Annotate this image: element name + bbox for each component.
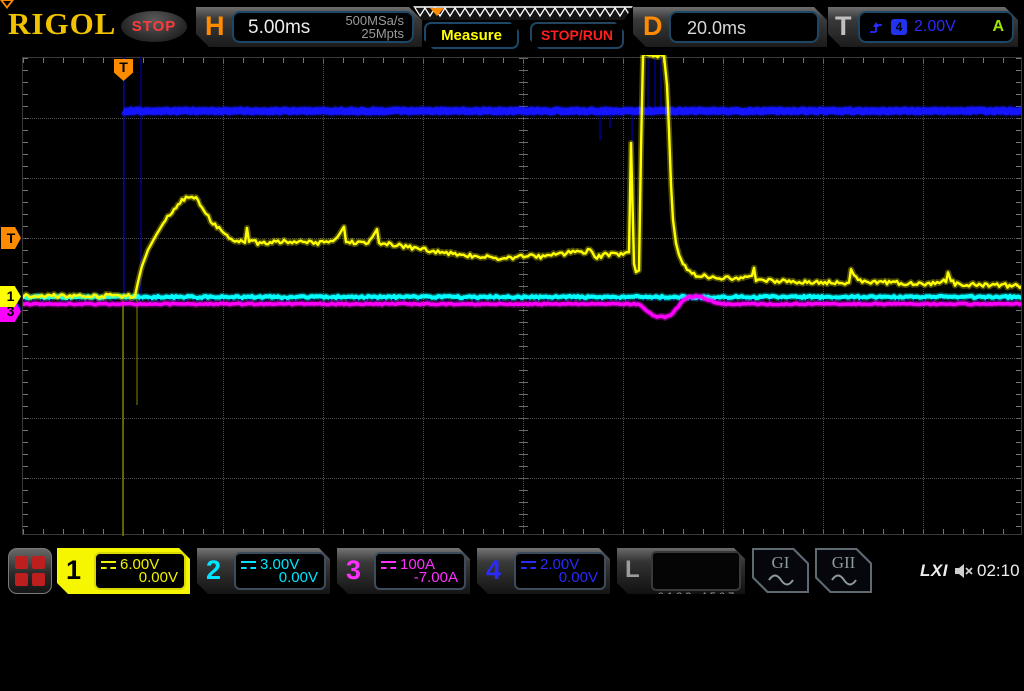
grid-line-vertical <box>623 58 624 534</box>
timebase-value: 5.00ms <box>248 17 310 39</box>
d-label: D <box>643 11 663 42</box>
left-ticks <box>23 58 28 534</box>
channel-3-values: 100A -7.00A <box>374 552 466 590</box>
channel-1-number: 1 <box>66 555 81 586</box>
channel-4-values: 2.00V 0.00V <box>514 552 606 590</box>
rigol-logo: RIGOL <box>8 6 116 42</box>
clock: 02:10 <box>977 561 1020 581</box>
channel-2-offset: 0.00V <box>279 569 318 586</box>
dc-coupling-icon <box>241 561 256 569</box>
right-ticks <box>1016 58 1021 534</box>
grid-line-horizontal <box>23 298 1021 299</box>
channel-1-offset: 0.00V <box>139 569 178 586</box>
memory-waveform-icon <box>413 6 633 20</box>
speaker-mute-icon <box>953 561 975 581</box>
logic-row-2: 8 9 1011 12131415 <box>653 640 739 657</box>
trigger-level-marker[interactable]: T <box>1 227 21 249</box>
stop-run-button[interactable]: STOP/RUN <box>530 22 624 49</box>
delay-tab: D 20.0ms <box>633 7 827 47</box>
grid-line-vertical <box>923 58 924 534</box>
channel-3-button[interactable]: 3 100A -7.00A <box>337 548 470 594</box>
channel-4-offset: 0.00V <box>559 569 598 586</box>
channel-2-values: 3.00V 0.00V <box>234 552 326 590</box>
trigger-level: 2.00V <box>914 18 956 36</box>
trigger-sweep-mode: A <box>992 18 1004 36</box>
channel-3-offset: -7.00A <box>414 569 458 586</box>
grid-line-horizontal <box>23 478 1021 479</box>
memory-depth: 25Mpts <box>345 27 404 40</box>
grid-line-horizontal <box>23 418 1021 419</box>
channel-2-button[interactable]: 2 3.00V 0.00V <box>197 548 330 594</box>
grid-line-vertical <box>323 58 324 534</box>
sine-wave-icon <box>831 574 857 586</box>
channel-1-values: 6.00V 0.00V <box>94 552 186 590</box>
logic-channels-button[interactable]: L 0 1 2 3 4 5 6 7 8 9 1011 12131415 <box>617 548 745 594</box>
waveform-graticule <box>22 57 1022 535</box>
t-label: T <box>835 11 852 42</box>
channel-3-number: 3 <box>346 555 361 586</box>
dc-coupling-icon <box>381 561 396 569</box>
trigger-tab: T 4 2.00V A <box>828 7 1018 47</box>
sine-wave-icon <box>768 574 794 586</box>
timebase-box[interactable]: 5.00ms 500MSa/s 25Mpts <box>232 11 414 43</box>
channel-1-button[interactable]: 1 6.00V 0.00V <box>57 548 190 594</box>
menu-grid-icon <box>15 556 45 586</box>
memory-position-bar <box>413 6 633 20</box>
menu-button[interactable] <box>8 548 52 594</box>
dc-coupling-icon <box>101 561 116 569</box>
trigger-slope-icon <box>868 19 884 35</box>
grid-line-vertical <box>123 58 124 534</box>
oscilloscope-screen: RIGOL STOP H 5.00ms 500MSa/s 25Mpts Meas… <box>0 0 1024 600</box>
grid-line-vertical <box>823 58 824 534</box>
logic-channel-list: 0 1 2 3 4 5 6 7 8 9 1011 12131415 <box>651 551 741 591</box>
delay-value: 20.0ms <box>687 18 746 39</box>
grid-line-horizontal <box>23 178 1021 179</box>
grid-line-vertical <box>523 58 524 534</box>
channel-4-number: 4 <box>486 555 501 586</box>
generator-2-label: GII <box>817 553 870 573</box>
dc-coupling-icon <box>521 561 536 569</box>
trigger-source-badge: 4 <box>891 19 907 35</box>
grid-line-horizontal <box>23 358 1021 359</box>
channel-2-number: 2 <box>206 555 221 586</box>
delay-box[interactable]: 20.0ms <box>669 11 819 43</box>
grid-line-vertical <box>223 58 224 534</box>
lxi-logo: LXI <box>920 561 948 581</box>
trigger-box[interactable]: 4 2.00V A <box>858 11 1014 43</box>
grid-line-horizontal <box>23 238 1021 239</box>
grid-line-vertical <box>423 58 424 534</box>
grid-line-horizontal <box>23 118 1021 119</box>
logic-label: L <box>625 556 640 584</box>
generator-1-button[interactable]: GI <box>752 548 809 593</box>
generator-2-button[interactable]: GII <box>815 548 872 593</box>
horizontal-tab: H 5.00ms 500MSa/s 25Mpts <box>196 7 422 47</box>
grid-line-vertical <box>723 58 724 534</box>
run-state-badge: STOP <box>121 11 187 42</box>
channel-4-button[interactable]: 4 2.00V 0.00V <box>477 548 610 594</box>
generator-1-label: GI <box>754 553 807 573</box>
logic-row-1: 0 1 2 3 4 5 6 7 <box>653 589 739 606</box>
h-label: H <box>205 11 225 42</box>
measure-button[interactable]: Measure <box>424 22 519 49</box>
